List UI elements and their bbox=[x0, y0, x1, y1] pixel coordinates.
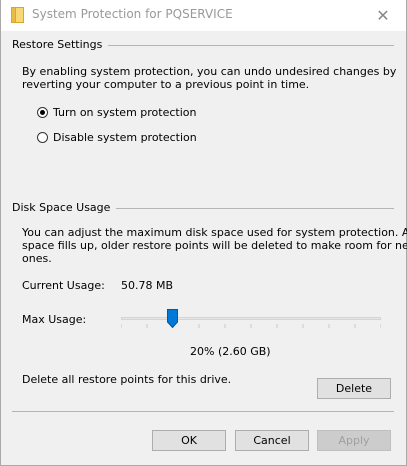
max-usage-slider-track[interactable] bbox=[121, 317, 381, 320]
max-usage-label: Max Usage: bbox=[22, 313, 87, 326]
restore-description-line2: reverting your computer to a previous po… bbox=[22, 78, 310, 91]
current-usage-value: 50.78 MB bbox=[121, 279, 174, 292]
restore-settings-heading: Restore Settings bbox=[12, 38, 109, 51]
folder-icon bbox=[11, 7, 24, 23]
title-bar[interactable]: System Protection for PQSERVICE ✕ bbox=[1, 0, 406, 31]
disk-description-line1: You can adjust the maximum disk space us… bbox=[22, 226, 407, 239]
disk-space-divider bbox=[101, 208, 394, 209]
restore-description-line1: By enabling system protection, you can u… bbox=[22, 65, 397, 78]
system-protection-dialog: System Protection for PQSERVICE ✕ Restor… bbox=[0, 0, 407, 466]
footer-divider bbox=[12, 411, 394, 412]
radio-button-checked[interactable] bbox=[37, 106, 48, 118]
close-icon: ✕ bbox=[376, 6, 390, 25]
radio-button-unchecked[interactable] bbox=[37, 131, 48, 143]
ok-button[interactable]: OK bbox=[152, 430, 226, 451]
restore-settings-divider bbox=[101, 45, 394, 46]
delete-description: Delete all restore points for this drive… bbox=[22, 373, 232, 386]
radio-label-turn-on: Turn on system protection bbox=[53, 105, 197, 119]
close-button[interactable]: ✕ bbox=[360, 0, 406, 31]
window-title: System Protection for PQSERVICE bbox=[32, 7, 233, 21]
radio-disable-protection[interactable]: Disable system protection bbox=[37, 129, 197, 145]
max-usage-readout: 20% (2.60 GB) bbox=[190, 345, 271, 358]
delete-button[interactable]: Delete bbox=[317, 378, 391, 399]
slider-thumb[interactable] bbox=[166, 309, 178, 328]
current-usage-label: Current Usage: bbox=[22, 279, 105, 292]
apply-button[interactable]: Apply bbox=[317, 430, 391, 451]
radio-turn-on-protection[interactable]: Turn on system protection bbox=[37, 104, 196, 120]
disk-description-line3: ones. bbox=[22, 252, 52, 265]
cancel-button[interactable]: Cancel bbox=[235, 430, 309, 451]
radio-label-disable: Disable system protection bbox=[53, 130, 197, 144]
disk-space-heading: Disk Space Usage bbox=[12, 201, 117, 214]
disk-description-line2: space fills up, older restore points wil… bbox=[22, 239, 407, 252]
slider-ticks bbox=[121, 324, 381, 328]
